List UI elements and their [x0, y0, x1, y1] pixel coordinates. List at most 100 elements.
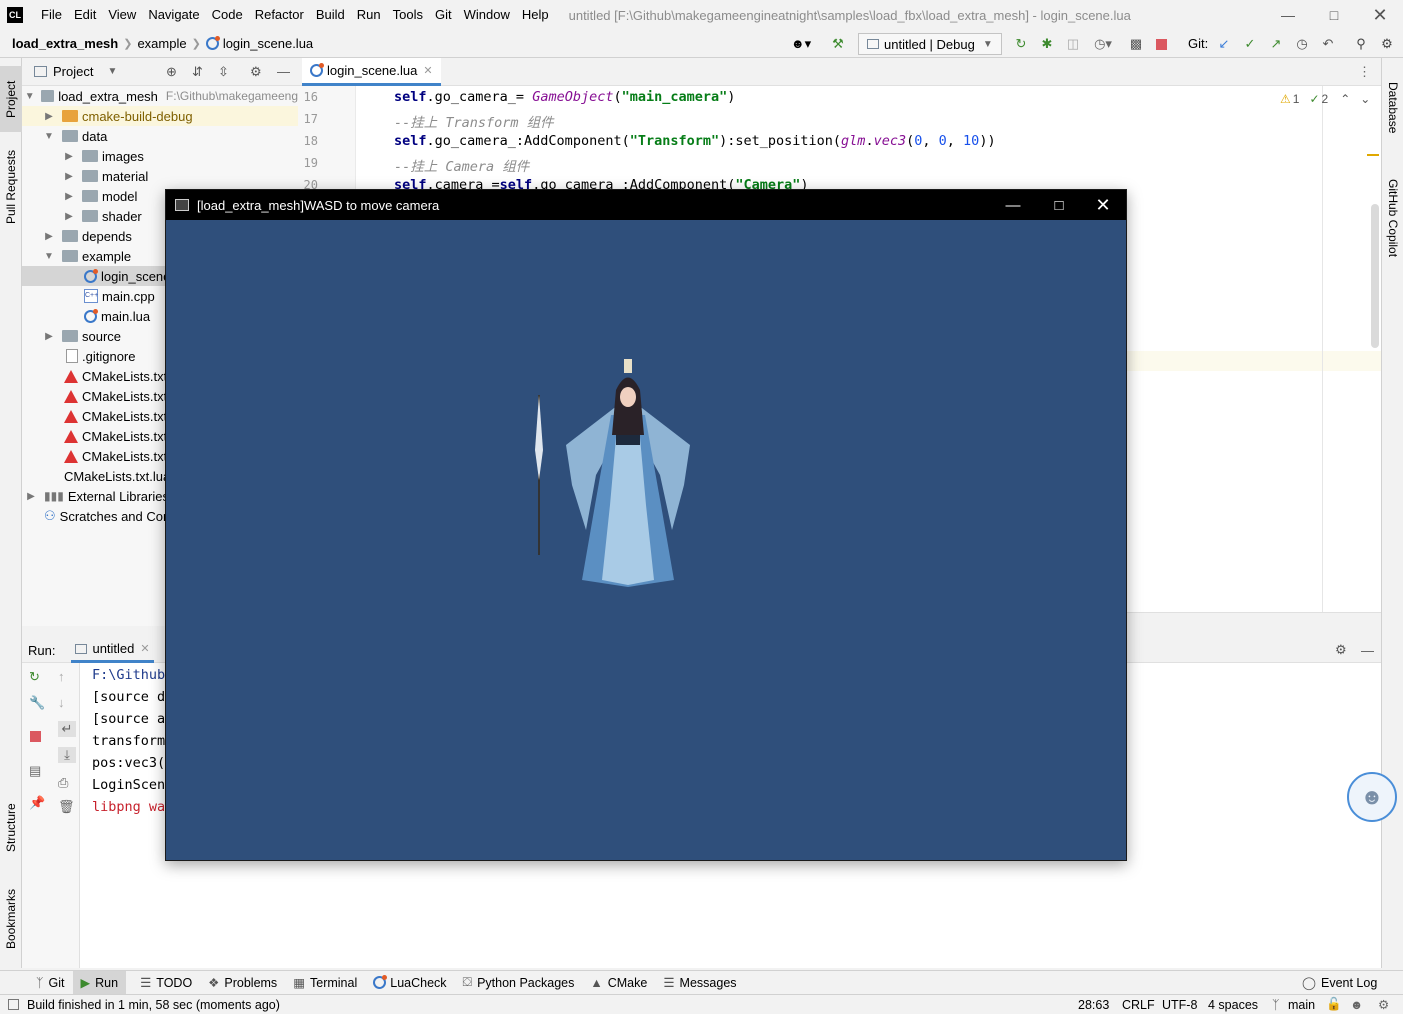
tab-messages[interactable]: ☰ Messages	[655, 971, 744, 995]
tree-item-root[interactable]: ▼ load_extra_mesh F:\Github\makegameeng	[22, 86, 298, 106]
trash-icon[interactable]: 🗑	[58, 799, 75, 815]
menu-navigate[interactable]: Navigate	[142, 0, 205, 30]
breadcrumb-folder[interactable]: example	[137, 36, 186, 51]
build-hammer-icon[interactable]: ⚒	[830, 36, 846, 52]
bookmarks-tool-tab[interactable]: Bookmarks	[0, 878, 22, 960]
structure-tool-tab[interactable]: Structure	[0, 793, 22, 863]
minimize-icon[interactable]: —	[990, 190, 1036, 220]
github-copilot-tool-tab[interactable]: GitHub Copilot	[1382, 168, 1403, 268]
warning-marker[interactable]	[1367, 154, 1379, 156]
gear-icon[interactable]: ⚙	[1335, 642, 1347, 658]
rollback-icon[interactable]: ↶	[1320, 36, 1336, 52]
attach-icon[interactable]: ◫	[1065, 36, 1081, 52]
scroll-to-end-icon[interactable]: ⤓	[58, 747, 76, 763]
hide-panel-icon[interactable]: —	[277, 64, 290, 79]
git-branch[interactable]: main	[1288, 998, 1315, 1012]
deploy-icon[interactable]: ▩	[1128, 36, 1144, 52]
settings-gear-icon[interactable]: ⚙	[1379, 36, 1395, 52]
tab-todo[interactable]: ☰ TODO	[132, 971, 200, 995]
menu-refactor[interactable]: Refactor	[249, 0, 310, 30]
tab-run-untitled[interactable]: untitled ✕	[71, 638, 154, 663]
chevron-right-icon[interactable]: ▶	[62, 171, 76, 182]
soft-wrap-icon[interactable]: ↵	[58, 721, 76, 737]
print-icon[interactable]: ⎙	[58, 775, 68, 791]
close-icon[interactable]: ✕	[1357, 0, 1403, 30]
maximize-icon[interactable]: □	[1036, 190, 1082, 220]
tab-luacheck[interactable]: LuaCheck	[365, 971, 454, 995]
user-icon[interactable]: ☻▾	[788, 36, 814, 52]
wrench-icon[interactable]: 🔧	[29, 695, 45, 711]
pull-requests-tool-tab[interactable]: Pull Requests	[0, 140, 22, 234]
rerun-icon[interactable]: ↻	[29, 669, 40, 685]
database-tool-tab[interactable]: Database	[1382, 68, 1403, 148]
menu-git[interactable]: Git	[429, 0, 458, 30]
tree-item-data[interactable]: ▼ data	[22, 126, 298, 146]
menu-run[interactable]: Run	[351, 0, 387, 30]
menu-view[interactable]: View	[102, 0, 142, 30]
lock-icon[interactable]: 🔓	[1326, 997, 1342, 1012]
debug-bug-icon[interactable]: ✱	[1039, 36, 1055, 52]
chevron-down-icon[interactable]: ▼	[42, 251, 56, 262]
scroll-up-icon[interactable]: ↑	[58, 669, 65, 684]
close-tab-icon[interactable]: ✕	[423, 64, 432, 77]
git-update-icon[interactable]: ↙	[1216, 36, 1232, 52]
breadcrumb-project[interactable]: load_extra_mesh	[12, 36, 118, 51]
profile-icon[interactable]: ◷▾	[1090, 36, 1116, 52]
panel-toggle-icon[interactable]	[8, 999, 19, 1010]
menu-code[interactable]: Code	[206, 0, 249, 30]
line-separator[interactable]: CRLF	[1122, 998, 1155, 1012]
tree-item-images[interactable]: ▶ images	[22, 146, 298, 166]
history-icon[interactable]: ◷	[1294, 36, 1310, 52]
menu-file[interactable]: File	[35, 0, 68, 30]
game-window-titlebar[interactable]: [load_extra_mesh]WASD to move camera — □…	[166, 190, 1126, 220]
maximize-icon[interactable]: □	[1311, 0, 1357, 30]
tab-cmake[interactable]: ▲ CMake	[582, 971, 655, 995]
menu-tools[interactable]: Tools	[387, 0, 429, 30]
copilot-status-icon[interactable]: ☻	[1350, 998, 1363, 1012]
menu-window[interactable]: Window	[458, 0, 516, 30]
chevron-right-icon[interactable]: ▶	[62, 191, 76, 202]
tree-item-material[interactable]: ▶ material	[22, 166, 298, 186]
chevron-down-icon[interactable]: ▼	[24, 91, 35, 102]
tab-python-packages[interactable]: ⛋ Python Packages	[455, 971, 583, 995]
file-encoding[interactable]: UTF-8	[1162, 998, 1197, 1012]
indent-setting[interactable]: 4 spaces	[1208, 998, 1258, 1012]
git-commit-icon[interactable]: ✓	[1242, 36, 1258, 52]
chevron-down-icon[interactable]: ▼	[42, 131, 56, 142]
chevron-right-icon[interactable]: ▶	[62, 211, 76, 222]
collapse-all-icon[interactable]: ⇳	[218, 64, 229, 80]
caret-position[interactable]: 28:63	[1078, 998, 1109, 1012]
scroll-down-icon[interactable]: ↓	[58, 695, 65, 710]
git-push-icon[interactable]: ↗	[1268, 36, 1284, 52]
close-tab-icon[interactable]: ✕	[140, 642, 149, 655]
next-highlight-icon[interactable]: ⌄	[1360, 92, 1370, 106]
menu-edit[interactable]: Edit	[68, 0, 102, 30]
gear-icon[interactable]: ⚙	[250, 64, 262, 80]
inspection-widget[interactable]: ⚠ 1 ✓ 2 ⌃ ⌄	[1280, 92, 1370, 106]
project-tool-tab[interactable]: Project	[0, 66, 22, 132]
chevron-down-icon[interactable]: ▼	[107, 66, 117, 77]
menu-build[interactable]: Build	[310, 0, 351, 30]
pin-icon[interactable]: 📌	[29, 795, 45, 811]
stop-icon[interactable]	[1156, 39, 1167, 50]
stop-icon[interactable]	[30, 731, 41, 742]
search-icon[interactable]: ⚲	[1353, 36, 1369, 52]
layout-icon[interactable]: ▤	[29, 763, 41, 779]
chevron-right-icon[interactable]: ▶	[24, 491, 38, 502]
rerun-icon[interactable]: ↻	[1013, 36, 1029, 52]
memory-indicator-icon[interactable]: ⚙	[1378, 997, 1389, 1012]
chevron-right-icon[interactable]: ▶	[42, 331, 56, 342]
tab-git[interactable]: ᛉ Git	[28, 971, 73, 995]
more-options-icon[interactable]: ⋮	[1358, 64, 1371, 80]
project-view-selector[interactable]: Project	[53, 64, 93, 79]
menu-help[interactable]: Help	[516, 0, 555, 30]
copilot-avatar-icon[interactable]: ☻	[1347, 772, 1397, 822]
tab-problems[interactable]: ❖ Problems	[200, 971, 285, 995]
locate-icon[interactable]: ⊕	[166, 64, 177, 80]
run-configuration-select[interactable]: untitled | Debug ▼	[858, 33, 1002, 55]
chevron-right-icon[interactable]: ▶	[42, 231, 56, 242]
breadcrumb-file[interactable]: login_scene.lua	[223, 36, 313, 51]
status-message[interactable]: Build finished in 1 min, 58 sec (moments…	[27, 998, 280, 1012]
tab-run[interactable]: ▶ Run	[72, 970, 127, 995]
chevron-right-icon[interactable]: ▶	[42, 111, 56, 122]
